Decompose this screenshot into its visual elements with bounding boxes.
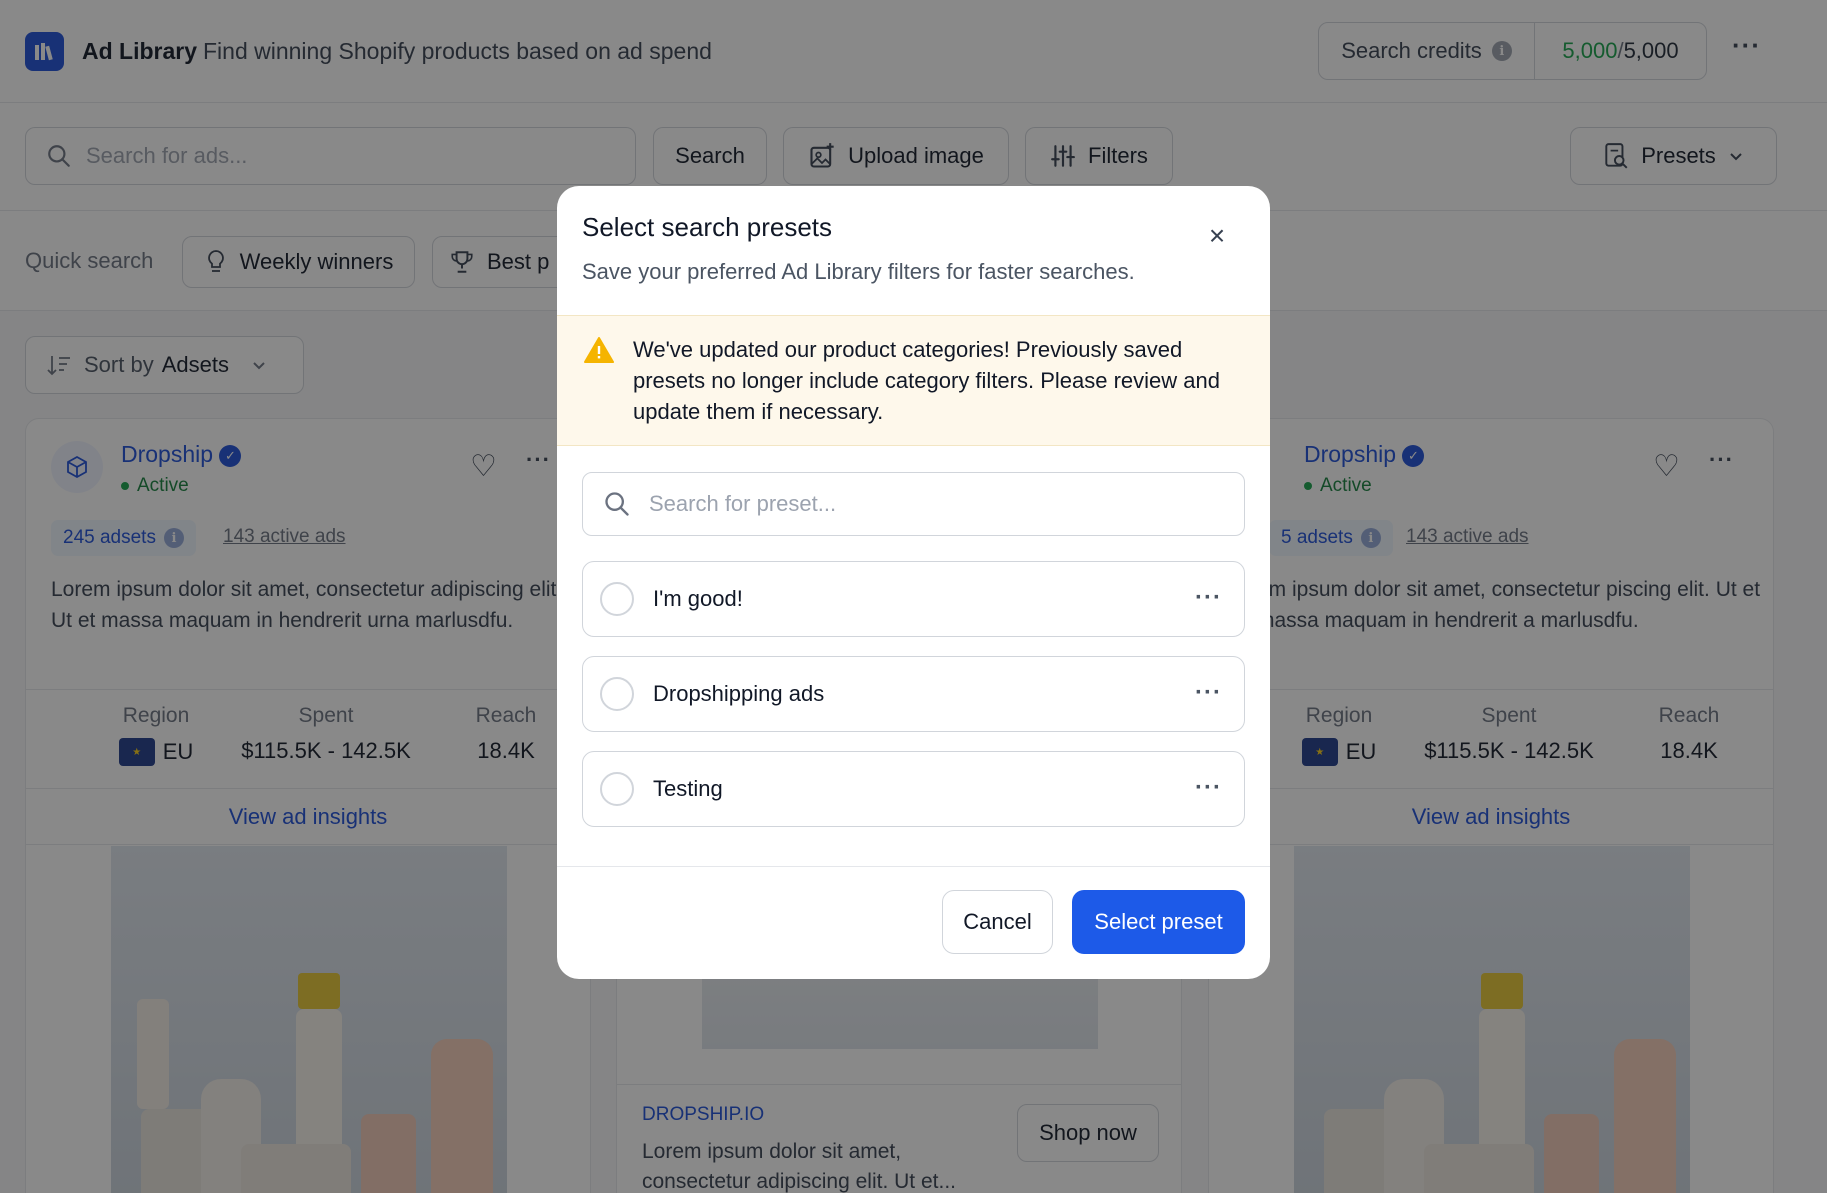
preset-item[interactable]: Dropshipping ads ··· bbox=[582, 656, 1245, 732]
more-options-icon[interactable]: ··· bbox=[1195, 774, 1222, 802]
radio-button[interactable] bbox=[600, 772, 634, 806]
warning-banner: We've updated our product categories! Pr… bbox=[557, 315, 1270, 446]
preset-label: Testing bbox=[653, 776, 723, 801]
modal-footer-divider bbox=[557, 866, 1270, 867]
warning-icon bbox=[584, 337, 614, 363]
preset-label: Dropshipping ads bbox=[653, 681, 825, 706]
preset-search-placeholder: Search for preset... bbox=[649, 491, 837, 516]
preset-item[interactable]: I'm good! ··· bbox=[582, 561, 1245, 637]
cancel-button[interactable]: Cancel bbox=[942, 890, 1053, 954]
more-options-icon[interactable]: ··· bbox=[1195, 584, 1222, 612]
radio-button[interactable] bbox=[600, 582, 634, 616]
warning-text: We've updated our product categories! Pr… bbox=[633, 337, 1220, 424]
more-options-icon[interactable]: ··· bbox=[1195, 679, 1222, 707]
radio-button[interactable] bbox=[600, 677, 634, 711]
preset-search-input[interactable]: Search for preset... bbox=[582, 472, 1245, 536]
search-icon bbox=[605, 492, 629, 516]
modal-title: Select search presets bbox=[582, 212, 833, 242]
close-icon[interactable]: × bbox=[1202, 222, 1232, 252]
preset-label: I'm good! bbox=[653, 586, 743, 611]
select-preset-button[interactable]: Select preset bbox=[1072, 890, 1245, 954]
preset-item[interactable]: Testing ··· bbox=[582, 751, 1245, 827]
select-presets-modal: Select search presets Save your preferre… bbox=[557, 186, 1270, 979]
modal-subtitle: Save your preferred Ad Library filters f… bbox=[582, 259, 1135, 284]
